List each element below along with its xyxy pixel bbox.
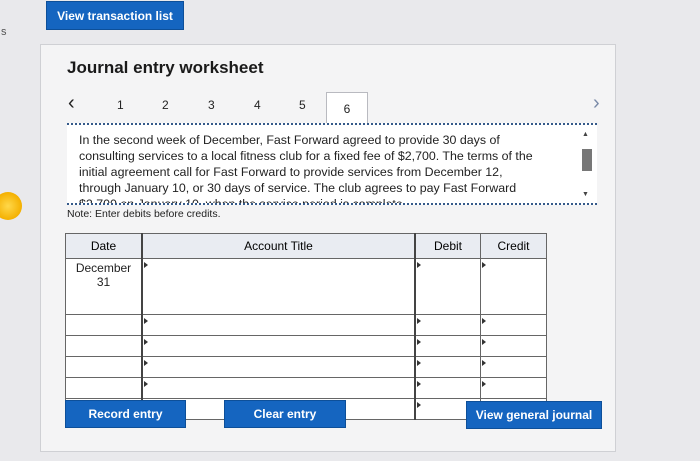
- cell-arrow-icon: [482, 360, 486, 366]
- cell-arrow-icon: [144, 360, 148, 366]
- cell-arrow-icon: [417, 381, 421, 387]
- cell-arrow-icon: [482, 318, 486, 324]
- debit-input-cell[interactable]: [414, 258, 481, 315]
- cell-arrow-icon: [144, 262, 148, 268]
- scroll-up-icon[interactable]: ▲: [582, 131, 589, 138]
- table-row: [65, 356, 547, 378]
- scroll-thumb[interactable]: [582, 149, 592, 171]
- debit-header: Debit: [414, 233, 481, 259]
- transaction-description: In the second week of December, Fast For…: [79, 133, 533, 205]
- table-row: [65, 314, 547, 336]
- tab-navigation: ‹ 1 2 3 4 5 6 ›: [0, 92, 700, 124]
- side-indicator-dot: [0, 192, 22, 220]
- clear-entry-button[interactable]: Clear entry: [224, 400, 346, 428]
- account-input-cell[interactable]: [141, 335, 416, 357]
- credit-input-cell[interactable]: [480, 314, 547, 336]
- credit-input-cell[interactable]: [480, 258, 547, 315]
- tab-6[interactable]: 6: [326, 92, 368, 124]
- date-cell: [65, 314, 143, 336]
- view-transaction-list-button[interactable]: View transaction list: [46, 1, 184, 30]
- date-cell: [65, 377, 143, 399]
- cell-arrow-icon: [144, 318, 148, 324]
- account-title-header: Account Title: [141, 233, 416, 259]
- journal-entry-table: Date Account Title Debit Credit December…: [65, 233, 547, 420]
- credit-input-cell[interactable]: [480, 356, 547, 378]
- cell-arrow-icon: [482, 339, 486, 345]
- debits-note: Note: Enter debits before credits.: [67, 208, 221, 220]
- table-row: [65, 335, 547, 357]
- debit-input-cell[interactable]: [414, 377, 481, 399]
- edge-text: s: [1, 26, 7, 38]
- credit-header: Credit: [480, 233, 547, 259]
- cell-arrow-icon: [417, 339, 421, 345]
- credit-input-cell[interactable]: [480, 335, 547, 357]
- page-title: Journal entry worksheet: [67, 58, 264, 77]
- credit-input-cell[interactable]: [480, 377, 547, 399]
- cell-arrow-icon: [144, 339, 148, 345]
- table-row: [65, 377, 547, 399]
- description-scrollbar[interactable]: ▲ ▼: [580, 131, 594, 201]
- cell-arrow-icon: [417, 360, 421, 366]
- chevron-left-icon[interactable]: ‹: [68, 92, 75, 115]
- cell-arrow-icon: [417, 402, 421, 408]
- account-input-cell[interactable]: [141, 356, 416, 378]
- date-header: Date: [65, 233, 143, 259]
- cell-arrow-icon: [144, 381, 148, 387]
- cell-arrow-icon: [417, 318, 421, 324]
- cell-arrow-icon: [417, 262, 421, 268]
- debit-input-cell[interactable]: [414, 356, 481, 378]
- date-cell: [65, 335, 143, 357]
- date-cell: December 31: [65, 258, 143, 315]
- cell-arrow-icon: [482, 381, 486, 387]
- tab-2[interactable]: 2: [162, 98, 169, 112]
- view-general-journal-button[interactable]: View general journal: [466, 401, 602, 429]
- account-input-cell[interactable]: [141, 314, 416, 336]
- tab-1[interactable]: 1: [117, 98, 124, 112]
- chevron-right-icon[interactable]: ›: [593, 92, 600, 115]
- tab-3[interactable]: 3: [208, 98, 215, 112]
- cell-arrow-icon: [482, 262, 486, 268]
- account-input-cell[interactable]: [141, 258, 416, 315]
- scroll-down-icon[interactable]: ▼: [582, 191, 589, 198]
- record-entry-button[interactable]: Record entry: [65, 400, 186, 428]
- transaction-description-box: In the second week of December, Fast For…: [67, 123, 597, 205]
- debit-input-cell[interactable]: [414, 314, 481, 336]
- debit-input-cell[interactable]: [414, 335, 481, 357]
- tab-5[interactable]: 5: [299, 98, 306, 112]
- tab-4[interactable]: 4: [254, 98, 261, 112]
- account-input-cell[interactable]: [141, 377, 416, 399]
- table-row: December 31: [65, 258, 547, 315]
- date-cell: [65, 356, 143, 378]
